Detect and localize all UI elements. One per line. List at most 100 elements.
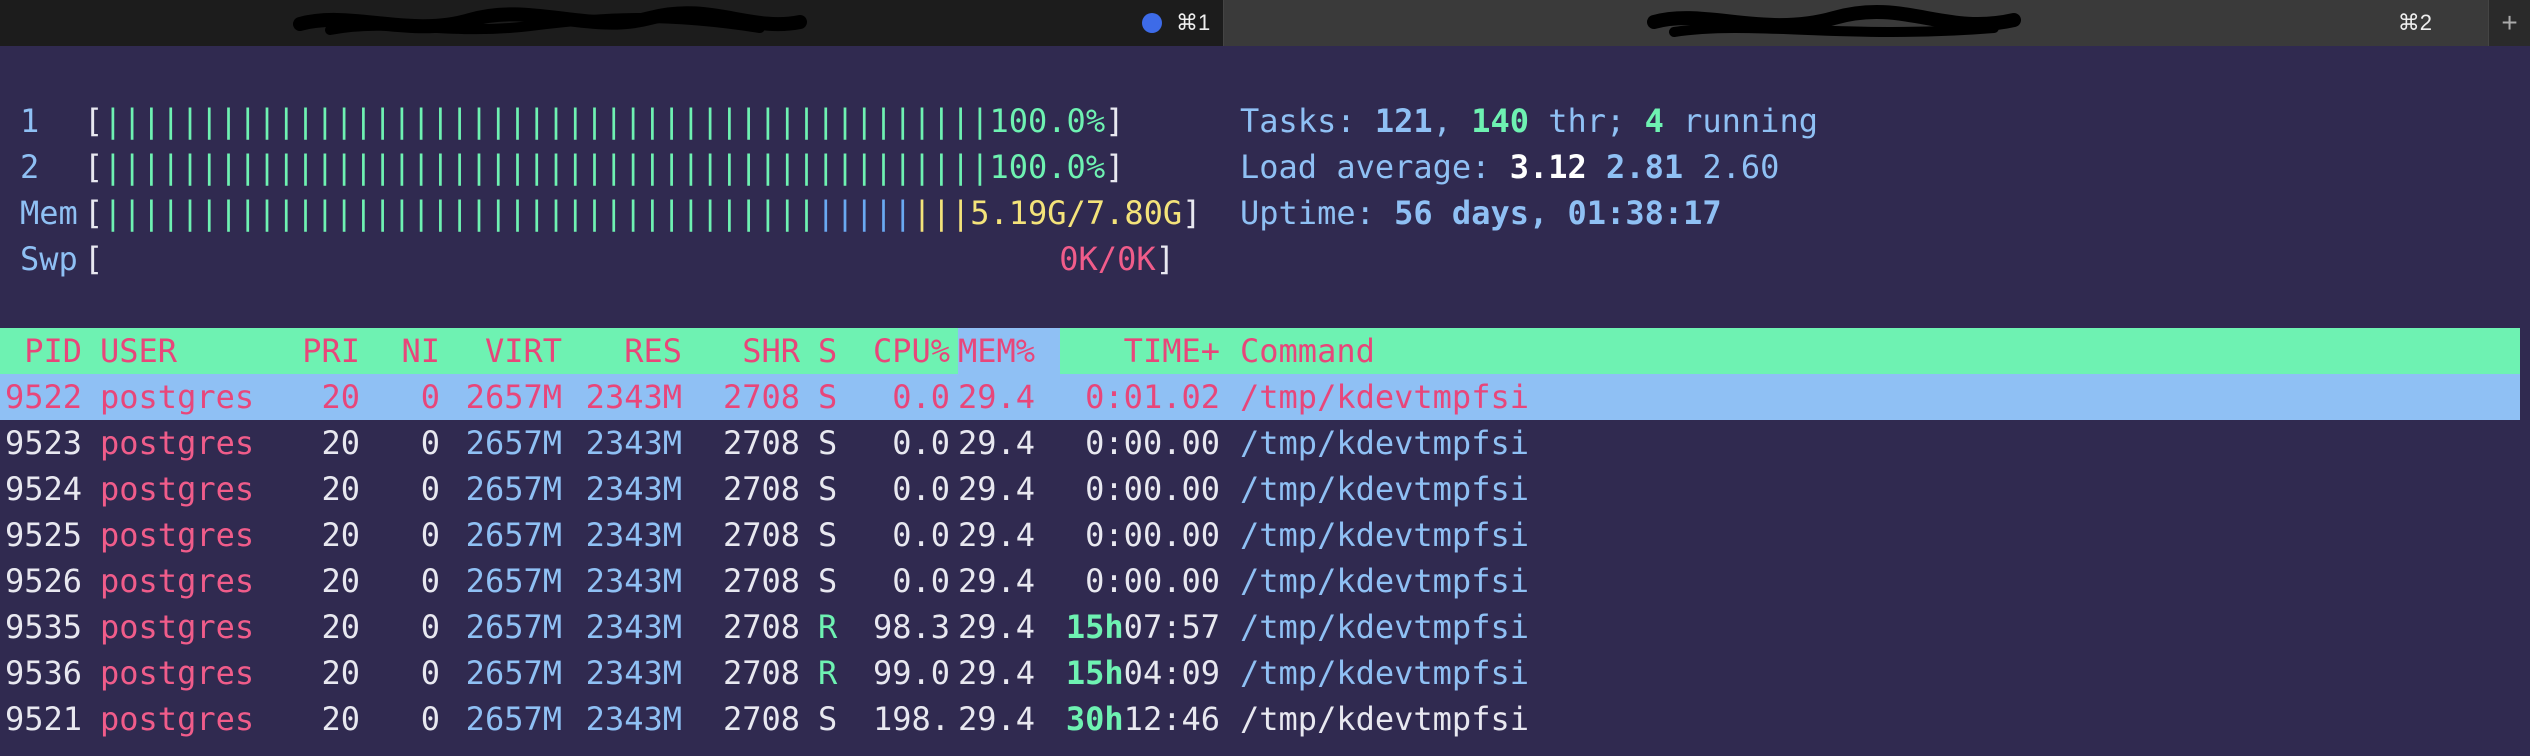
table-row[interactable]: 9525 postgres 20 0 2657M 2343M 2708 S 0.0 29.4 0:0… xyxy=(0,512,2520,558)
table-row[interactable]: 9535 postgres 20 0 2657M 2343M 2708 R 98.3 29.4 15… xyxy=(0,604,2520,650)
bracket-close: ] xyxy=(1105,102,1125,140)
cell-mem: 29.4 xyxy=(958,470,1036,508)
meter-bar-used: ||||||||||||||||||||||||||||||||||||| xyxy=(103,194,817,232)
cell-virt: 2657M xyxy=(465,424,562,462)
cell-time: 30h12:46 xyxy=(1060,696,1220,742)
cell-virt: 2657M xyxy=(465,562,562,600)
cell-ni: 0 xyxy=(420,424,440,462)
column-header-pid[interactable]: PID xyxy=(0,328,82,374)
cell-ni: 0 xyxy=(420,654,440,692)
cell-mem: 29.4 xyxy=(958,378,1036,416)
cell-res: 2343M xyxy=(585,654,682,692)
column-header-pri[interactable]: PRI xyxy=(280,328,360,374)
cell-state: S xyxy=(818,424,838,462)
plus-icon: + xyxy=(2501,7,2518,38)
table-row[interactable]: 9524 postgres 20 0 2657M 2343M 2708 S 0.0 29.4 0:0… xyxy=(0,466,2520,512)
load-1min: 3.12 xyxy=(1509,148,1587,186)
cell-virt: 2657M xyxy=(465,378,562,416)
cell-ni: 0 xyxy=(420,700,440,738)
redacted-title-scribble xyxy=(293,6,807,35)
cell-mem: 29.4 xyxy=(958,516,1036,554)
cell-res: 2343M xyxy=(585,378,682,416)
cell-virt: 2657M xyxy=(465,516,562,554)
cell-pid: 9525 xyxy=(4,516,82,554)
meter-bar-buffers: ||||| xyxy=(816,194,913,232)
bracket-close: ] xyxy=(1155,240,1175,278)
cell-virt: 2657M xyxy=(465,470,562,508)
table-row[interactable]: 9523 postgres 20 0 2657M 2343M 2708 S 0.0 29.4 0:0… xyxy=(0,420,2520,466)
cell-time-rest: 12:46 xyxy=(1123,700,1220,738)
cell-mem: 29.4 xyxy=(958,700,1036,738)
cell-command: /tmp/kdevtmpfsi xyxy=(1240,562,1529,600)
cell-state: S xyxy=(818,470,838,508)
cell-shr: 2708 xyxy=(722,654,800,692)
cpu2-meter: 2 [||||||||||||||||||||||||||||||||||||||… xyxy=(20,144,1201,190)
new-tab-button[interactable]: + xyxy=(2488,0,2530,46)
table-row[interactable]: 9521 postgres 20 0 2657M 2343M 2708 S 198. 29.4 30… xyxy=(0,696,2520,742)
tasks-line: Tasks: 121, 140 thr; 4 running xyxy=(1240,98,1818,144)
cell-shr: 2708 xyxy=(722,424,800,462)
cell-pri: 20 xyxy=(321,654,360,692)
tab-session-1[interactable]: ⌘1 xyxy=(0,0,1224,46)
memory-meter: Mem[||||||||||||||||||||||||||||||||||||… xyxy=(20,190,1201,236)
cell-pid: 9535 xyxy=(4,608,82,646)
cell-time-rest: 04:09 xyxy=(1123,654,1220,692)
cell-time: 0:00.00 xyxy=(1060,420,1220,466)
uptime-label: Uptime: xyxy=(1240,194,1395,232)
process-table-header: PID USER PRI NI VIRT RES SHR S CPU% MEM%… xyxy=(0,328,2520,374)
meter-label: 1 xyxy=(20,102,40,140)
cell-time-rest: 0:00.00 xyxy=(1085,424,1220,462)
cell-command: /tmp/kdevtmpfsi xyxy=(1240,654,1529,692)
column-header-state[interactable]: S xyxy=(818,328,848,374)
cell-mem: 29.4 xyxy=(958,562,1036,600)
cell-pid: 9522 xyxy=(4,378,82,416)
cell-state: S xyxy=(818,700,838,738)
cell-res: 2343M xyxy=(585,608,682,646)
load-15min: 2.60 xyxy=(1702,148,1780,186)
meter-label: Swp xyxy=(20,240,78,278)
bracket-open: [ xyxy=(84,194,104,232)
cell-shr: 2708 xyxy=(722,608,800,646)
column-header-time[interactable]: TIME+ xyxy=(1060,328,1220,374)
cell-ni: 0 xyxy=(420,470,440,508)
cell-res: 2343M xyxy=(585,470,682,508)
cell-pid: 9524 xyxy=(4,470,82,508)
cell-command: /tmp/kdevtmpfsi xyxy=(1240,424,1529,462)
system-info-panel: Tasks: 121, 140 thr; 4 running Load aver… xyxy=(1240,98,1818,236)
column-header-mem[interactable]: MEM% xyxy=(958,328,1060,374)
meter-bar: ||||||||||||||||||||||||||||||||||||||||… xyxy=(103,102,990,140)
table-row[interactable]: 9526 postgres 20 0 2657M 2343M 2708 S 0.0 29.4 0:0… xyxy=(0,558,2520,604)
activity-dot-icon xyxy=(1142,13,1162,33)
running-count: 4 xyxy=(1644,102,1664,140)
table-row[interactable]: 9536 postgres 20 0 2657M 2343M 2708 R 99.0 29.4 15… xyxy=(0,650,2520,696)
column-header-cpu[interactable]: CPU% xyxy=(850,328,950,374)
meter-bar xyxy=(103,236,1059,282)
tab-shortcut: ⌘2 xyxy=(2397,10,2432,35)
tab-session-2[interactable]: ⌘2 xyxy=(1224,0,2488,46)
cell-res: 2343M xyxy=(585,516,682,554)
uptime-line: Uptime: 56 days, 01:38:17 xyxy=(1240,190,1818,236)
column-header-ni[interactable]: NI xyxy=(380,328,440,374)
meter-value: 0K/0K xyxy=(1059,240,1156,278)
bracket-open: [ xyxy=(84,240,104,278)
column-header-command[interactable]: Command xyxy=(1240,328,2440,374)
cell-cpu: 99.0 xyxy=(872,654,950,692)
cell-time-hours: 30h xyxy=(1065,700,1124,738)
cell-cpu: 198. xyxy=(872,700,950,738)
cell-cpu: 0.0 xyxy=(892,562,950,600)
column-header-virt[interactable]: VIRT xyxy=(440,328,562,374)
cell-pri: 20 xyxy=(321,700,360,738)
column-header-res[interactable]: RES xyxy=(562,328,682,374)
cell-cpu: 0.0 xyxy=(892,470,950,508)
meters-panel: 1[||||||||||||||||||||||||||||||||||||||… xyxy=(20,98,1201,282)
column-header-shr[interactable]: SHR xyxy=(682,328,800,374)
cell-pri: 20 xyxy=(321,470,360,508)
cell-pid: 9536 xyxy=(4,654,82,692)
cell-time: 0:00.00 xyxy=(1060,558,1220,604)
cell-time-hours: 15h xyxy=(1065,608,1124,646)
load-5min: 2.81 xyxy=(1606,148,1684,186)
meter-bar: ||||||||||||||||||||||||||||||||||||||||… xyxy=(103,148,990,186)
uptime-value: 56 days, 01:38:17 xyxy=(1394,194,1722,232)
cell-state: S xyxy=(818,562,838,600)
table-row[interactable]: 9522 postgres 20 0 2657M 2343M 2708 S 0.0 29.4 0:0… xyxy=(0,374,2520,420)
